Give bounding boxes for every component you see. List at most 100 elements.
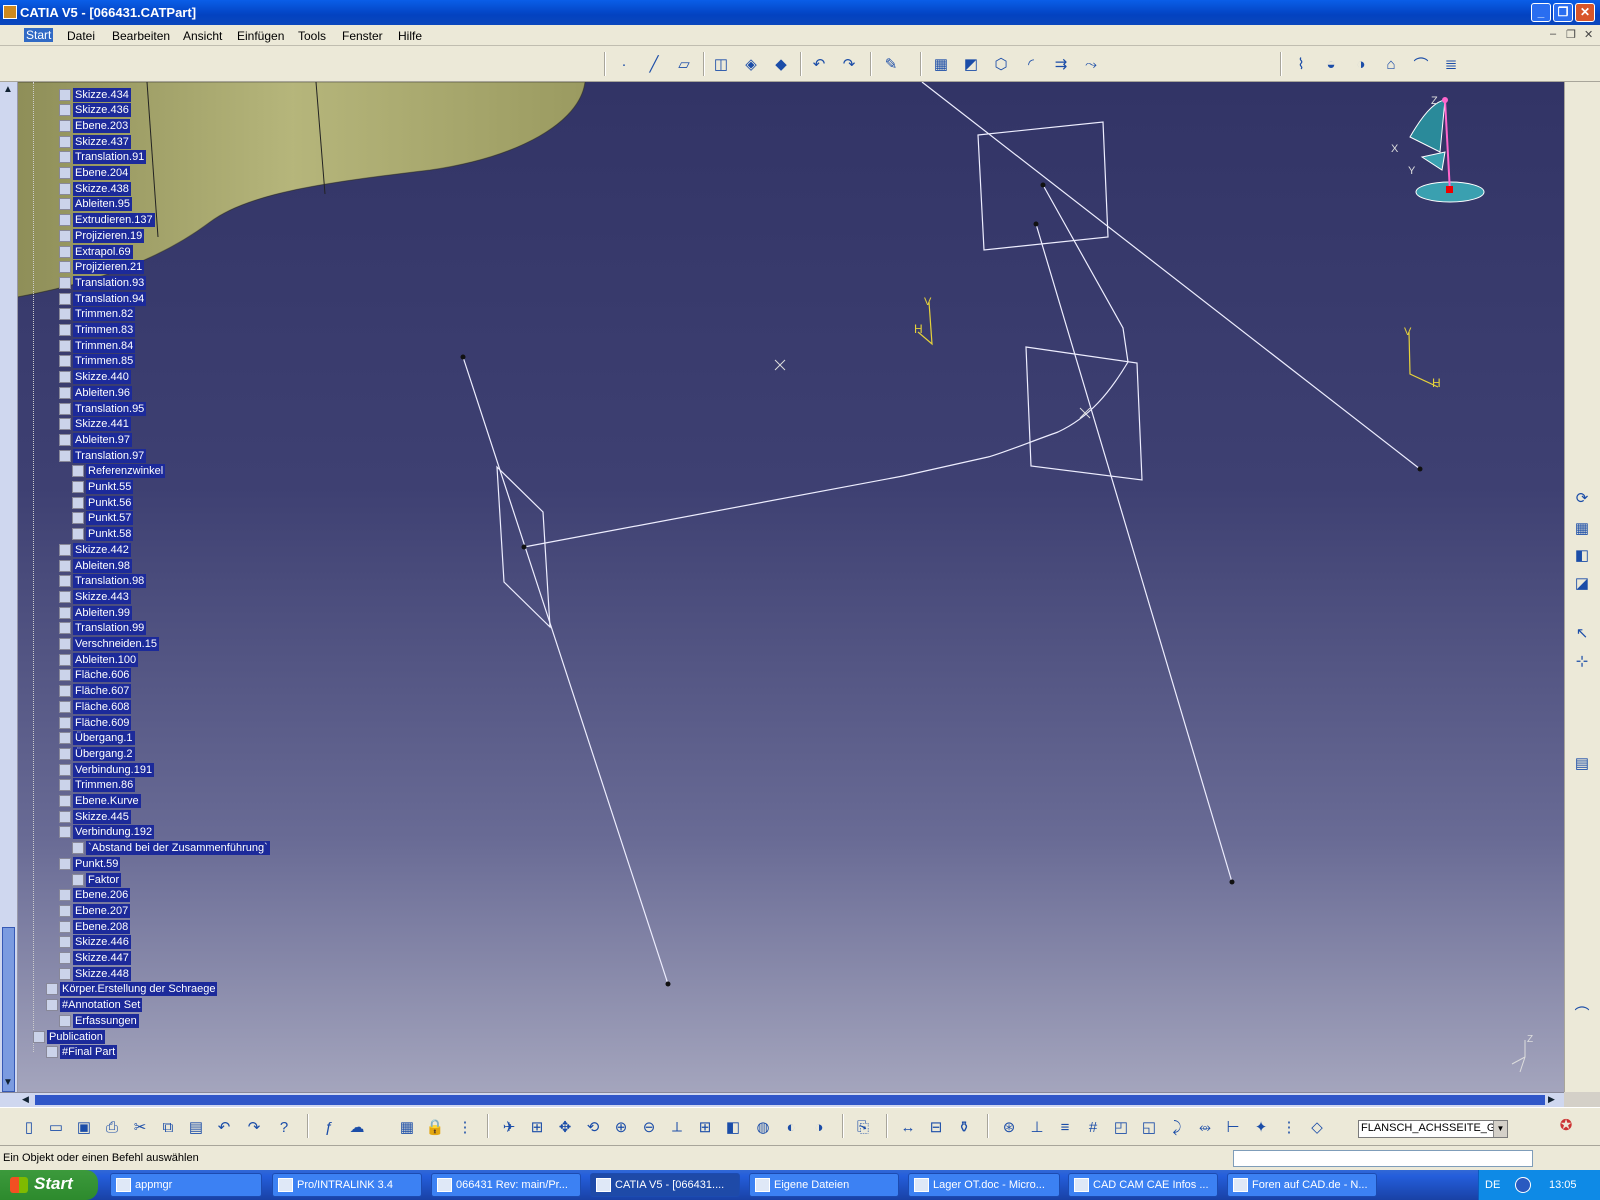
tree-node[interactable]: Ableiten.100	[59, 652, 139, 667]
menu-tools[interactable]: Tools	[298, 29, 326, 43]
tree-node[interactable]: Trimmen.82	[59, 307, 136, 322]
whats-this-icon[interactable]: ?	[273, 1116, 295, 1138]
save-management-icon[interactable]: ⎘	[852, 1116, 874, 1138]
restore-button[interactable]: ❐	[1553, 3, 1573, 22]
zoom-in-icon[interactable]: ⊕	[610, 1116, 632, 1138]
tree-node[interactable]: Ableiten.96	[59, 385, 133, 400]
task-revision[interactable]: 066431 Rev: main/Pr...	[431, 1173, 581, 1197]
tree-node[interactable]: Fläche.606	[59, 668, 132, 683]
tree-node[interactable]: Trimmen.85	[59, 354, 136, 369]
tree-node[interactable]: Skizze.436	[59, 103, 131, 118]
tree-node[interactable]: #Final Part	[46, 1045, 118, 1060]
tree-node[interactable]: Skizze.446	[59, 935, 131, 950]
redo-curve-icon[interactable]: ↷	[838, 53, 860, 75]
axis-icon[interactable]: ⊥	[1026, 1116, 1048, 1138]
chevron-down-icon[interactable]: ▼	[1493, 1121, 1507, 1137]
tree-node[interactable]: Translation.93	[59, 275, 147, 290]
tree-node[interactable]: Skizze.438	[59, 181, 131, 196]
tree-node[interactable]: Translation.99	[59, 621, 147, 636]
scroll-up-icon[interactable]: ▲	[3, 84, 13, 95]
inertia-icon[interactable]: ⚱	[953, 1116, 975, 1138]
tree-node[interactable]: Translation.94	[59, 291, 147, 306]
multi-view-icon[interactable]: ⊞	[694, 1116, 716, 1138]
tree-node[interactable]: Ableiten.99	[59, 605, 133, 620]
doc-restore-icon[interactable]: ❐	[1566, 28, 1576, 41]
tree-node[interactable]: Erfassungen	[59, 1013, 139, 1028]
surface-icon[interactable]: ◒	[1320, 53, 1342, 75]
tree-node[interactable]: Translation.91	[59, 150, 147, 165]
line-icon[interactable]: ╱	[643, 53, 665, 75]
task-word[interactable]: Lager OT.doc - Micro...	[908, 1173, 1060, 1197]
cut-icon[interactable]: ✂	[129, 1116, 151, 1138]
highlight-icon[interactable]: ✦	[1250, 1116, 1272, 1138]
tree-node[interactable]: Trimmen.86	[59, 778, 136, 793]
tree-node[interactable]: Übergang.2	[59, 746, 135, 761]
blend-icon[interactable]: ⌒	[1410, 53, 1432, 75]
shell-icon[interactable]: ⌂	[1380, 53, 1402, 75]
tree-node[interactable]: Publication	[33, 1029, 105, 1044]
menu-datei[interactable]: Datei	[67, 29, 95, 43]
wireframe-icon[interactable]: ⌇	[1290, 53, 1312, 75]
copy-icon[interactable]: ⧉	[157, 1116, 179, 1138]
menu-bearbeiten[interactable]: Bearbeiten	[112, 29, 170, 43]
transform-icon[interactable]: ⇉	[1050, 53, 1072, 75]
tree-node[interactable]: Verbindung.191	[59, 762, 155, 777]
hscroll-thumb[interactable]	[35, 1095, 1545, 1105]
scroll-down-icon[interactable]: ▼	[3, 1077, 13, 1088]
undo-curve-icon[interactable]: ↶	[808, 53, 830, 75]
plane-icon[interactable]: ▱	[673, 53, 695, 75]
tree-node[interactable]: Ebene.206	[59, 888, 131, 903]
tree-node[interactable]: Punkt.58	[72, 527, 134, 542]
tree-node[interactable]: Skizze.445	[59, 809, 131, 824]
draft-icon[interactable]: ⥈	[1194, 1116, 1216, 1138]
scroll-thumb[interactable]	[2, 927, 15, 1092]
catalog-icon[interactable]: ▤	[1571, 752, 1593, 774]
language-indicator[interactable]: DE	[1485, 1179, 1500, 1191]
tree-node[interactable]: Translation.97	[59, 448, 147, 463]
print-icon[interactable]: ⎙	[101, 1116, 123, 1138]
task-intralink[interactable]: Pro/INTRALINK 3.4	[272, 1173, 422, 1197]
task-appmgr[interactable]: appmgr	[110, 1173, 262, 1197]
sweep-icon[interactable]: ◈	[740, 53, 762, 75]
tree-scrollbar[interactable]: ▲ ▼	[0, 82, 18, 1092]
tree-node[interactable]: Verbindung.192	[59, 825, 155, 840]
measure-icon[interactable]: ⊹	[1571, 650, 1593, 672]
point-icon[interactable]: ·	[613, 53, 635, 75]
tree-node[interactable]: Punkt.55	[72, 480, 134, 495]
tree-node[interactable]: Punkt.59	[59, 856, 121, 871]
redo-icon[interactable]: ↷	[243, 1116, 265, 1138]
start-button[interactable]: Start	[0, 1170, 98, 1200]
horizontal-scrollbar[interactable]: ◀ ▶	[0, 1092, 1564, 1107]
select-icon[interactable]: ↖	[1571, 622, 1593, 644]
minimize-button[interactable]: _	[1531, 3, 1551, 22]
sketch-icon[interactable]: ✎	[880, 53, 902, 75]
tree-node[interactable]: Trimmen.83	[59, 323, 136, 338]
grid-icon[interactable]: ▦	[1571, 517, 1593, 539]
grid-settings-icon[interactable]: ≡	[1054, 1116, 1076, 1138]
iso-view-icon[interactable]: ◧	[722, 1116, 744, 1138]
task-browser-1[interactable]: CAD CAM CAE Infos ...	[1068, 1173, 1218, 1197]
fillet-icon[interactable]: ◜	[1020, 53, 1042, 75]
surface-analysis-icon[interactable]: ◰	[1110, 1116, 1132, 1138]
tree-node[interactable]: Translation.95	[59, 401, 147, 416]
close-button[interactable]: ✕	[1575, 3, 1595, 22]
tree-node[interactable]: Skizze.448	[59, 966, 131, 981]
tree-node[interactable]: #Annotation Set	[46, 998, 143, 1013]
parameters-icon[interactable]: ⋮	[454, 1116, 476, 1138]
swap-visible-icon[interactable]: ⟳	[1571, 487, 1593, 509]
table-icon[interactable]: ▦	[396, 1116, 418, 1138]
work-support-icon[interactable]: ◧	[1571, 544, 1593, 566]
tree-icon[interactable]: ⊢	[1222, 1116, 1244, 1138]
grid-toggle-icon[interactable]: #	[1082, 1116, 1104, 1138]
tree-node[interactable]: Extrudieren.137	[59, 213, 155, 228]
tree-node[interactable]: Skizze.440	[59, 370, 131, 385]
tree-node[interactable]: Verschneiden.15	[59, 637, 159, 652]
pan-icon[interactable]: ✥	[554, 1116, 576, 1138]
task-browser-2[interactable]: Foren auf CAD.de - N...	[1227, 1173, 1377, 1197]
tree-node[interactable]: Skizze.442	[59, 542, 131, 557]
doc-minimize-icon[interactable]: –	[1550, 28, 1556, 40]
menu-start[interactable]: Start	[24, 28, 54, 42]
tree-node[interactable]: Referenzwinkel	[72, 464, 166, 479]
swap-space-icon[interactable]: ◑	[808, 1116, 830, 1138]
tree-node[interactable]: Skizze.441	[59, 417, 131, 432]
